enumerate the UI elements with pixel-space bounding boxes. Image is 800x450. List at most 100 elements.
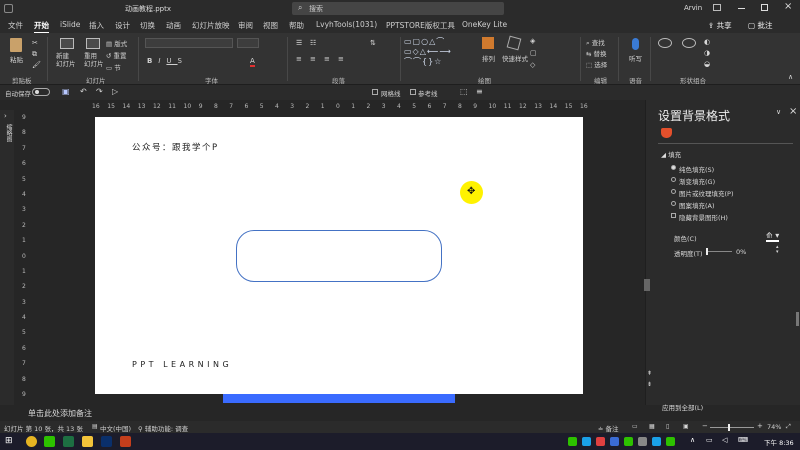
paste-label[interactable]: 粘贴 — [10, 54, 23, 64]
slide-header-text[interactable]: 公众号：跟我学个P — [132, 141, 219, 153]
paste-icon[interactable] — [10, 38, 22, 52]
tray-app-icon-5[interactable] — [624, 437, 633, 446]
radio-gradient-fill[interactable] — [671, 177, 676, 182]
tray-app-icon-7[interactable] — [652, 437, 661, 446]
font-size-dropdown[interactable] — [237, 38, 259, 48]
transparency-value[interactable]: 0% — [736, 248, 746, 256]
reuse-slide-label[interactable]: 重用 幻灯片 — [84, 52, 104, 68]
zoom-slider-thumb[interactable] — [728, 424, 730, 431]
user-name[interactable]: Arvin — [684, 4, 702, 12]
fill-section-toggle[interactable]: ◢ 填充 — [661, 149, 681, 159]
checkbox-gridlines[interactable] — [372, 89, 378, 95]
replace-button[interactable]: ⇆ 替换 — [586, 48, 607, 58]
start-from-beginning-icon[interactable]: ▷ — [112, 87, 118, 96]
tray-app-icon-2[interactable] — [582, 437, 591, 446]
justify-icon[interactable]: ≡ — [338, 55, 344, 63]
tray-overflow-icon[interactable]: ∧ — [690, 436, 695, 444]
slide-sorter-icon[interactable]: ▦ — [649, 423, 655, 430]
zoom-level[interactable]: 74% — [767, 423, 781, 431]
microphone-icon[interactable] — [632, 38, 639, 50]
apply-to-all-button[interactable]: 应用到全部(L) — [662, 402, 703, 412]
volume-icon[interactable]: ◁ — [722, 436, 727, 444]
pane-scroll-thumb[interactable] — [644, 279, 650, 291]
fragment-icon[interactable]: ◐ — [704, 38, 710, 46]
pane-close-icon[interactable]: × — [789, 106, 797, 117]
tray-app-icon-8[interactable] — [666, 437, 675, 446]
select-button[interactable]: ⬚ 选择 — [586, 59, 607, 69]
arrange-icon[interactable] — [482, 37, 494, 49]
slide-canvas[interactable]: 公众号：跟我学个P PPT LEARNING ✥ — [95, 117, 583, 394]
tab-design[interactable]: 设计 — [115, 20, 130, 31]
tab-animations[interactable]: 动画 — [166, 20, 181, 31]
checkbox-guides[interactable] — [410, 89, 416, 95]
option-solid-fill[interactable]: 纯色填充(S) — [679, 164, 714, 174]
selection-pane-icon[interactable]: ⬚ — [460, 87, 468, 96]
format-painter-icon[interactable]: 🖌 — [32, 61, 41, 69]
align-center-icon[interactable]: ≡ — [310, 55, 316, 63]
fit-slide-icon[interactable]: ⤢ — [786, 423, 791, 431]
tray-app-icon-4[interactable] — [610, 437, 619, 446]
autosave-icon[interactable] — [4, 4, 13, 13]
numbering-icon[interactable]: ☷ — [310, 39, 316, 47]
layout-button[interactable]: ▤ 版式 — [106, 38, 127, 48]
maximize-icon[interactable] — [761, 4, 768, 11]
notes-pane[interactable]: 单击此处添加备注 — [0, 405, 645, 421]
comments-button[interactable]: ▢ 批注 — [748, 20, 772, 31]
cut-icon[interactable]: ✂ — [32, 39, 38, 47]
intersect-icon[interactable]: ◑ — [704, 49, 710, 57]
zoom-in-icon[interactable]: + — [757, 422, 763, 430]
tab-insert[interactable]: 插入 — [89, 20, 104, 31]
search-box[interactable]: ⌕ 搜索 — [292, 2, 504, 15]
subtract-icon[interactable]: ◒ — [704, 60, 710, 68]
section-button[interactable]: ▭ 节 — [106, 62, 121, 72]
pane-scrollbar[interactable] — [793, 120, 797, 402]
align-right-icon[interactable]: ≡ — [324, 55, 330, 63]
radio-pattern-fill[interactable] — [671, 201, 676, 206]
tab-review[interactable]: 审阅 — [238, 20, 253, 31]
zoom-out-icon[interactable]: − — [702, 422, 708, 430]
collapse-ribbon-icon[interactable]: ∧ — [788, 73, 793, 81]
photoshop-icon[interactable] — [101, 436, 112, 447]
quick-styles-label[interactable]: 快速样式 — [502, 53, 528, 63]
save-icon[interactable]: ▣ — [62, 87, 70, 96]
text-direction-icon[interactable]: ⇅ — [370, 39, 376, 47]
quick-styles-icon[interactable] — [506, 35, 522, 51]
copy-icon[interactable]: ⧉ — [32, 50, 37, 59]
scroll-next-slide-icon[interactable]: ⇟ — [647, 381, 652, 388]
dictate-label[interactable]: 听写 — [629, 53, 642, 63]
excel-icon[interactable] — [63, 436, 74, 447]
tab-transitions[interactable]: 切换 — [140, 20, 155, 31]
reuse-slide-icon[interactable] — [86, 38, 100, 49]
normal-view-icon[interactable]: ▭ — [632, 423, 638, 430]
network-icon[interactable]: ▭ — [706, 436, 713, 444]
wechat-icon[interactable] — [44, 436, 55, 447]
slide-scrollbar-thumb[interactable] — [796, 312, 799, 326]
accessibility-status[interactable]: ⚲ 辅助功能: 调查 — [138, 423, 188, 433]
reading-view-icon[interactable]: ▯ — [666, 423, 669, 430]
powerpoint-icon[interactable] — [120, 436, 131, 447]
shape-outline-icon[interactable]: ▢ — [530, 49, 537, 57]
align-left-icon[interactable]: ≡ — [296, 55, 302, 63]
font-name-dropdown[interactable] — [145, 38, 233, 48]
new-slide-label[interactable]: 新建 幻灯片 — [56, 52, 76, 68]
tab-home[interactable]: 开始 — [34, 20, 49, 34]
tab-file[interactable]: 文件 — [8, 20, 23, 31]
scroll-prev-slide-icon[interactable]: ⇞ — [647, 370, 652, 377]
color-picker-button[interactable]: ⟰ ▾ — [766, 231, 780, 242]
radio-solid-fill[interactable] — [671, 165, 676, 170]
new-slide-icon[interactable] — [60, 38, 74, 49]
ribbon-display-icon[interactable] — [713, 4, 721, 11]
tray-app-icon-6[interactable] — [638, 437, 647, 446]
shapes-gallery-icon[interactable]: ▭▢○△⌒ ▭◇△⟵⟶ ⌒⌒{}☆ — [404, 37, 452, 67]
font-color-icon[interactable]: A — [250, 57, 255, 67]
thumbnail-panel[interactable]: › 缩略图 — [0, 110, 14, 405]
tab-help[interactable]: 帮助 — [289, 20, 304, 31]
tab-pptstore[interactable]: PPTSTORE版权工具 — [386, 20, 455, 31]
clock[interactable]: 下午 8:36 — [764, 437, 794, 447]
tab-onekey[interactable]: OneKey Lite — [462, 20, 507, 29]
spell-check-icon[interactable]: ▤ — [92, 423, 98, 430]
transparency-slider[interactable] — [706, 248, 732, 255]
tab-lvyhtools[interactable]: LvyhTools(1031) — [316, 20, 377, 29]
tab-islide[interactable]: iSlide — [60, 20, 80, 29]
file-explorer-icon[interactable] — [82, 436, 93, 447]
